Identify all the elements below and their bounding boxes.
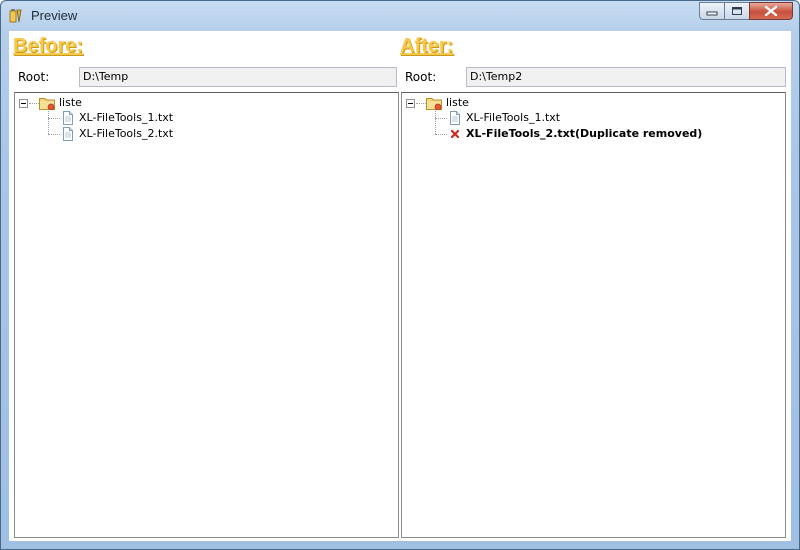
collapse-icon[interactable]	[19, 99, 28, 108]
tree-connector	[435, 118, 447, 119]
after-heading: After:	[400, 35, 454, 57]
before-heading: Before:	[13, 35, 84, 57]
tree-node-label: XL-FileTools_1.txt	[466, 111, 561, 124]
title-bar[interactable]: Preview	[1, 1, 799, 31]
tree-connector	[416, 103, 426, 104]
close-button[interactable]	[749, 2, 793, 20]
tree-node-label: XL-FileTools_2.txt(Duplicate removed)	[466, 127, 703, 140]
tree-node-label: liste	[59, 96, 82, 109]
folder-icon	[426, 98, 442, 110]
tree-node-label: XL-FileTools_2.txt	[79, 127, 174, 140]
minimize-button[interactable]	[699, 2, 725, 20]
before-tree-view[interactable]: liste XL-FileTools_1.txt XL-FileTools_2.…	[14, 92, 399, 538]
after-root-label: Root:	[405, 70, 437, 84]
client-area: Before: Root: D:\Temp liste XL-FileTools…	[9, 31, 791, 541]
preview-window: Preview Before: Root: D:\Temp liste XL-F…	[0, 0, 800, 550]
maximize-button[interactable]	[724, 2, 750, 20]
window-title: Preview	[31, 8, 78, 23]
before-root-field[interactable]: D:\Temp	[79, 67, 397, 87]
after-root-field[interactable]: D:\Temp2	[466, 67, 786, 87]
after-tree-view[interactable]: liste XL-FileTools_1.txt XL-FileTools_2.…	[401, 92, 786, 538]
tree-connector	[48, 111, 49, 134]
tree-node-label: XL-FileTools_1.txt	[79, 111, 174, 124]
maximize-icon	[732, 7, 742, 15]
pencil-app-icon	[9, 9, 22, 23]
red-x-icon	[450, 129, 460, 139]
collapse-icon[interactable]	[406, 99, 415, 108]
text-file-icon	[63, 127, 73, 141]
tree-connector	[435, 134, 447, 135]
before-root-label: Root:	[18, 70, 50, 84]
caption-buttons	[699, 2, 793, 21]
close-icon	[764, 5, 778, 17]
tree-connector	[48, 134, 60, 135]
folder-icon	[39, 98, 55, 110]
tree-connector	[48, 118, 60, 119]
minimize-icon	[706, 11, 718, 16]
tree-node-label: liste	[446, 96, 469, 109]
tree-connector	[435, 111, 436, 134]
text-file-icon	[63, 111, 73, 125]
text-file-icon	[450, 111, 460, 125]
tree-connector	[29, 103, 39, 104]
